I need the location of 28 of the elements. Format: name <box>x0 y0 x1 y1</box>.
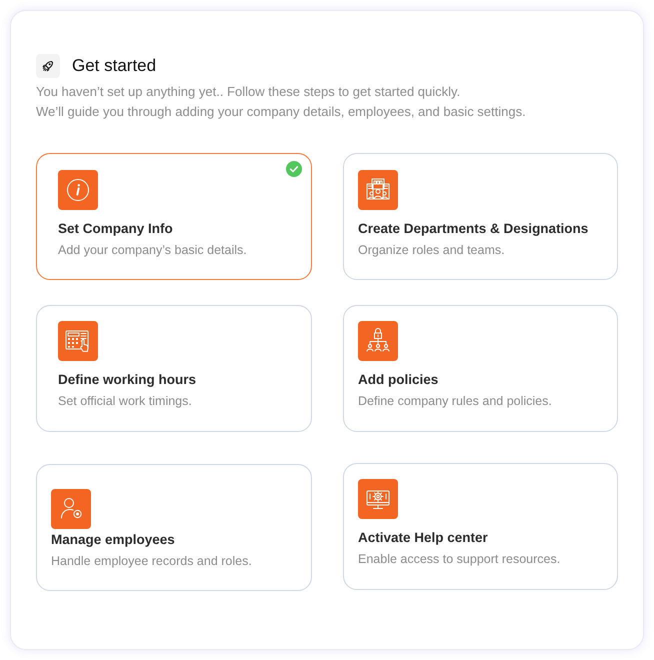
step-description: Add your company’s basic details. <box>58 242 248 259</box>
step-title: Create Departments & Designations <box>358 220 590 238</box>
subtitle-text: We’ll guide you through adding your company details, employees, and basic settings. <box>36 103 527 121</box>
org-chart-icon <box>358 321 398 361</box>
step-card[interactable]: Create Departments & Designations Organize roles and teams. <box>343 153 618 280</box>
step-description: Handle employee records and roles. <box>51 553 253 570</box>
subtitle-text: You haven’t set up anything yet.. Follow these steps to get started quickly. <box>36 83 462 101</box>
info-icon <box>58 170 98 210</box>
keypad-hand-icon <box>58 321 98 361</box>
step-title: Activate Help center <box>358 529 489 547</box>
step-title: Add policies <box>358 371 440 389</box>
step-description: Define company rules and policies. <box>358 393 553 410</box>
building-people-icon <box>358 170 398 210</box>
step-card[interactable]: Activate Help center Enable access to support resources. <box>343 463 618 590</box>
rocket-icon <box>36 54 60 78</box>
step-title: Set Company Info <box>58 220 174 238</box>
user-icon <box>51 489 91 529</box>
page-title: Get started <box>72 55 156 77</box>
step-card[interactable]: Define working hours Set official work timings. <box>36 305 312 432</box>
step-title: Define working hours <box>58 371 198 389</box>
step-card[interactable]: Manage employees Handle employee records and roles. <box>36 464 312 591</box>
monitor-gear-icon <box>358 479 398 519</box>
step-description: Set official work timings. <box>58 393 193 410</box>
step-card[interactable]: Set Company Info Add your company’s basic details. <box>36 153 312 280</box>
step-card[interactable]: Add policies Define company rules and policies. <box>343 305 618 432</box>
step-title: Manage employees <box>51 531 176 549</box>
step-description: Enable access to support resources. <box>358 551 562 568</box>
step-description: Organize roles and teams. <box>358 242 506 259</box>
